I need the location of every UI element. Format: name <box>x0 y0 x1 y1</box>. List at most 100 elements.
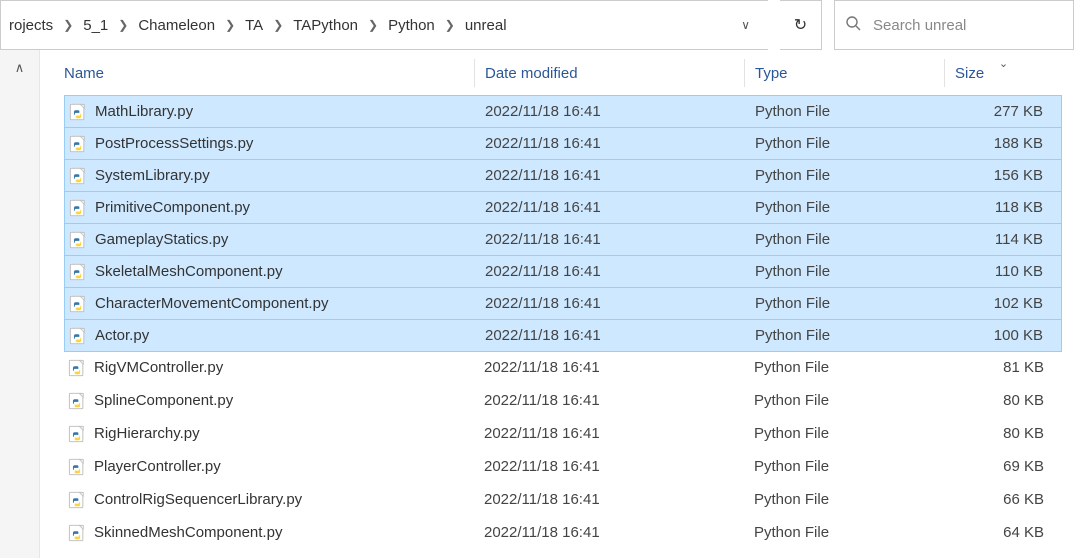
file-date: 2022/11/18 16:41 <box>474 425 744 442</box>
file-type: Python File <box>745 199 945 216</box>
file-row[interactable]: ControlRigSequencerLibrary.py 2022/11/18 … <box>64 483 1062 516</box>
python-file-icon <box>69 231 87 249</box>
breadcrumb[interactable]: rojects <box>5 17 57 34</box>
file-date: 2022/11/18 16:41 <box>475 103 745 120</box>
file-row[interactable]: PlayerController.py 2022/11/18 16:41Pytho… <box>64 450 1062 483</box>
breadcrumb[interactable]: unreal <box>461 17 511 34</box>
file-date: 2022/11/18 16:41 <box>474 458 744 475</box>
file-name: ControlRigSequencerLibrary.py <box>94 491 302 508</box>
file-type: Python File <box>745 231 945 248</box>
breadcrumb[interactable]: TA <box>241 17 267 34</box>
file-name: SplineComponent.py <box>94 392 233 409</box>
file-date: 2022/11/18 16:41 <box>475 231 745 248</box>
column-header-size[interactable]: ⌄ Size <box>944 59 1062 87</box>
file-name: CharacterMovementComponent.py <box>95 295 328 312</box>
chevron-right-icon[interactable]: ❯ <box>362 18 384 32</box>
file-row[interactable]: MathLibrary.py2022/11/18 16:41Python Fil… <box>64 95 1062 128</box>
sort-descending-icon: ⌄ <box>999 57 1008 70</box>
file-type: Python File <box>744 524 944 541</box>
file-type: Python File <box>745 327 945 344</box>
file-name: RigHierarchy.py <box>94 425 200 442</box>
top-bar: rojects ❯ 5_1 ❯ Chameleon ❯ TA ❯ TAPytho… <box>0 0 1082 50</box>
file-type: Python File <box>744 458 944 475</box>
refresh-button[interactable]: ↻ <box>780 0 822 50</box>
chevron-right-icon[interactable]: ❯ <box>219 18 241 32</box>
file-date: 2022/11/18 16:41 <box>475 135 745 152</box>
column-header-name[interactable]: Name <box>64 59 474 87</box>
python-file-icon <box>68 458 86 476</box>
content-area: ∧ Name Date modified Type ⌄ Size MathLib… <box>0 50 1082 558</box>
breadcrumb[interactable]: Python <box>384 17 439 34</box>
search-box[interactable] <box>834 0 1074 50</box>
file-date: 2022/11/18 16:41 <box>475 295 745 312</box>
file-size: 118 KB <box>945 199 1061 216</box>
python-file-icon <box>69 167 87 185</box>
file-type: Python File <box>744 491 944 508</box>
breadcrumb[interactable]: TAPython <box>289 17 362 34</box>
file-name: SystemLibrary.py <box>95 167 210 184</box>
file-row[interactable]: Actor.py2022/11/18 16:41Python File100 K… <box>64 319 1062 352</box>
file-date: 2022/11/18 16:41 <box>475 263 745 280</box>
file-row[interactable]: SplineComponent.py 2022/11/18 16:41Python… <box>64 384 1062 417</box>
file-date: 2022/11/18 16:41 <box>474 491 744 508</box>
file-size: 110 KB <box>945 263 1061 280</box>
file-date: 2022/11/18 16:41 <box>474 524 744 541</box>
file-size: 66 KB <box>944 491 1062 508</box>
file-size: 156 KB <box>945 167 1061 184</box>
file-name: SkeletalMeshComponent.py <box>95 263 283 280</box>
file-row[interactable]: PostProcessSettings.py2022/11/18 16:41Py… <box>64 127 1062 160</box>
file-type: Python File <box>744 392 944 409</box>
file-name: PostProcessSettings.py <box>95 135 253 152</box>
file-row[interactable]: RigHierarchy.py 2022/11/18 16:41Python Fi… <box>64 417 1062 450</box>
python-file-icon <box>69 263 87 281</box>
breadcrumb[interactable]: Chameleon <box>134 17 219 34</box>
python-file-icon <box>69 295 87 313</box>
file-type: Python File <box>744 425 944 442</box>
file-type: Python File <box>744 359 944 376</box>
column-header-date[interactable]: Date modified <box>474 59 744 87</box>
python-file-icon <box>68 524 86 542</box>
chevron-right-icon[interactable]: ❯ <box>112 18 134 32</box>
file-size: 100 KB <box>945 327 1061 344</box>
file-size: 64 KB <box>944 524 1062 541</box>
file-date: 2022/11/18 16:41 <box>474 359 744 376</box>
address-bar[interactable]: rojects ❯ 5_1 ❯ Chameleon ❯ TA ❯ TAPytho… <box>0 0 768 50</box>
column-headers: Name Date modified Type ⌄ Size <box>64 50 1062 96</box>
file-type: Python File <box>745 167 945 184</box>
file-size: 69 KB <box>944 458 1062 475</box>
file-size: 80 KB <box>944 392 1062 409</box>
python-file-icon <box>69 103 87 121</box>
python-file-icon <box>68 425 86 443</box>
file-size: 102 KB <box>945 295 1061 312</box>
file-row[interactable]: SkinnedMeshComponent.py2022/11/18 16:41P… <box>64 516 1062 549</box>
refresh-icon: ↻ <box>794 15 807 35</box>
file-row[interactable]: GameplayStatics.py 2022/11/18 16:41Python… <box>64 223 1062 256</box>
address-history-dropdown[interactable]: ∨ <box>731 18 760 32</box>
file-name: Actor.py <box>95 327 149 344</box>
file-date: 2022/11/18 16:41 <box>474 392 744 409</box>
chevron-right-icon[interactable]: ❯ <box>439 18 461 32</box>
collapse-chevron-icon[interactable]: ∧ <box>15 60 25 558</box>
search-input[interactable] <box>873 17 1063 34</box>
chevron-right-icon[interactable]: ❯ <box>57 18 79 32</box>
file-size: 277 KB <box>945 103 1061 120</box>
file-type: Python File <box>745 103 945 120</box>
file-row[interactable]: SystemLibrary.py2022/11/18 16:41Python F… <box>64 159 1062 192</box>
file-row[interactable]: SkeletalMeshComponent.py 2022/11/18 16:41… <box>64 255 1062 288</box>
search-icon <box>845 15 861 35</box>
chevron-right-icon[interactable]: ❯ <box>267 18 289 32</box>
column-header-type[interactable]: Type <box>744 59 944 87</box>
breadcrumb[interactable]: 5_1 <box>79 17 112 34</box>
python-file-icon <box>68 359 86 377</box>
file-list[interactable]: Name Date modified Type ⌄ Size MathLibra… <box>40 50 1082 558</box>
file-size: 81 KB <box>944 359 1062 376</box>
file-type: Python File <box>745 295 945 312</box>
file-row[interactable]: RigVMController.py 2022/11/18 16:41Python… <box>64 351 1062 384</box>
file-row[interactable]: PrimitiveComponent.py2022/11/18 16:41Pyt… <box>64 191 1062 224</box>
file-name: RigVMController.py <box>94 359 223 376</box>
file-name: PlayerController.py <box>94 458 221 475</box>
file-row[interactable]: CharacterMovementComponent.py 2022/11/18 … <box>64 287 1062 320</box>
file-name: GameplayStatics.py <box>95 231 228 248</box>
nav-pane-gutter: ∧ <box>0 50 40 558</box>
file-size: 114 KB <box>945 231 1061 248</box>
